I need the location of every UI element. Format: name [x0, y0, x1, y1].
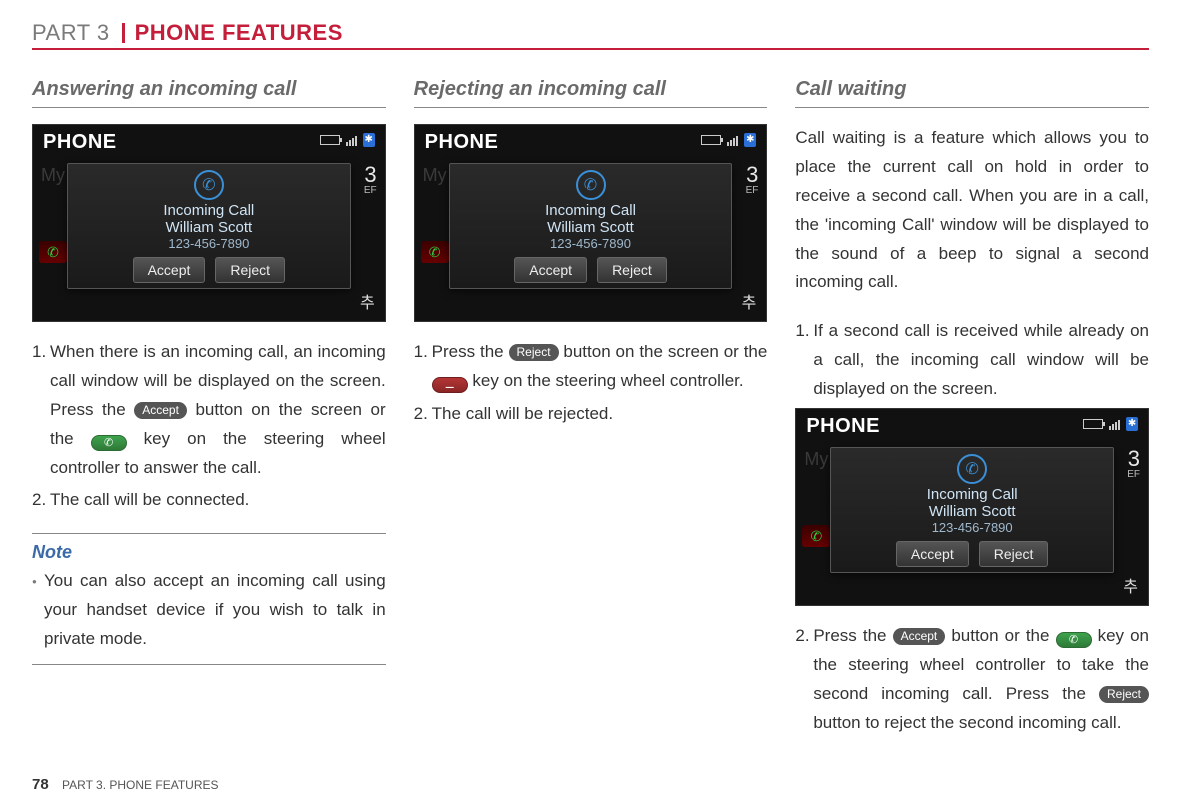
popup-caller-name: William Scott — [929, 503, 1016, 520]
page-header: PART 3 PHONE FEATURES — [32, 20, 1149, 50]
step-text: button or the — [945, 626, 1055, 645]
popup-title: Incoming Call — [163, 202, 254, 219]
incoming-call-icon: ✆ — [576, 170, 606, 200]
accept-button[interactable]: Accept — [514, 257, 587, 283]
battery-icon — [1083, 419, 1103, 429]
call-key-icon: ✆ — [802, 525, 830, 547]
reject-inline-button: Reject — [509, 344, 559, 361]
step-item: Press the Reject button on the screen or… — [432, 338, 768, 396]
step-text: Press the — [813, 626, 892, 645]
bg-korean: 추 — [360, 289, 375, 313]
step-item: The call will be rejected. — [432, 400, 768, 429]
incoming-call-popup: ✆ Incoming Call William Scott 123-456-78… — [830, 447, 1114, 573]
call-key-icon: ✆ — [91, 435, 127, 451]
part-label: PART 3 — [32, 20, 110, 46]
bluetooth-icon: ✱ — [744, 133, 756, 147]
column-call-waiting: Call waiting Call waiting is a feature w… — [795, 78, 1149, 742]
column-rejecting: Rejecting an incoming call PHONE ✱ My 3E… — [414, 78, 768, 742]
step-text: Press the — [432, 342, 509, 361]
reject-inline-button: Reject — [1099, 686, 1149, 703]
incoming-call-popup: ✆ Incoming Call William Scott 123-456-78… — [67, 163, 351, 289]
popup-phone-number: 123-456-7890 — [550, 236, 631, 251]
note-body: You can also accept an incoming call usi… — [32, 567, 386, 665]
call-key-icon: ✆ — [1056, 632, 1092, 648]
steps-list: When there is an incoming call, an incom… — [32, 338, 386, 515]
step-item: If a second call is received while alrea… — [813, 317, 1149, 404]
bg-korean: 추 — [1123, 573, 1138, 597]
call-key-icon: ✆ — [39, 241, 67, 263]
popup-button-row: Accept Reject — [514, 257, 667, 283]
page-number: 78 — [32, 776, 49, 793]
step-item: When there is an incoming call, an incom… — [50, 338, 386, 482]
reject-button[interactable]: Reject — [597, 257, 667, 283]
bg-my: My — [804, 449, 828, 483]
call-key-icon: ✆ — [421, 241, 449, 263]
battery-icon — [320, 135, 340, 145]
footer-text: PART 3. PHONE FEATURES — [62, 778, 218, 792]
phone-screenshot: PHONE ✱ My 3EF ✆ Delete 추 ✆ Incoming Cal… — [795, 408, 1149, 606]
popup-title: Incoming Call — [927, 486, 1018, 503]
content-columns: Answering an incoming call PHONE ✱ My 3E… — [32, 78, 1149, 742]
accept-inline-button: Accept — [134, 402, 187, 419]
popup-button-row: Accept Reject — [133, 257, 286, 283]
step-item: Press the Accept button or the ✆ key on … — [813, 622, 1149, 738]
step-item: The call will be connected. — [50, 486, 386, 515]
phone-screenshot: PHONE ✱ My 3EF ✆ Delete 추 ✆ Incoming Cal… — [414, 124, 768, 322]
steps-list: If a second call is received while alrea… — [795, 317, 1149, 404]
bluetooth-icon: ✱ — [363, 133, 375, 147]
incoming-call-icon: ✆ — [194, 170, 224, 200]
bluetooth-icon: ✱ — [1126, 417, 1138, 431]
popup-button-row: Accept Reject — [896, 541, 1049, 567]
battery-icon — [701, 135, 721, 145]
section-heading: Call waiting — [795, 78, 1149, 108]
popup-phone-number: 123-456-7890 — [932, 520, 1013, 535]
reject-button[interactable]: Reject — [979, 541, 1049, 567]
bg-keypad-3: 3EF — [1127, 449, 1140, 483]
section-heading: Answering an incoming call — [32, 78, 386, 108]
popup-phone-number: 123-456-7890 — [168, 236, 249, 251]
bg-my: My — [41, 165, 65, 199]
reject-button[interactable]: Reject — [215, 257, 285, 283]
signal-icon — [727, 134, 738, 146]
step-text: button on the screen or the — [559, 342, 768, 361]
bg-keypad-3: 3EF — [746, 165, 759, 199]
incoming-call-icon: ✆ — [957, 454, 987, 484]
bg-keypad-3: 3EF — [364, 165, 377, 199]
page-footer: 78 PART 3. PHONE FEATURES — [32, 776, 219, 793]
note-heading: Note — [32, 533, 386, 563]
step-text: button to reject the second incoming cal… — [813, 713, 1121, 732]
status-bar: ✱ — [320, 133, 375, 147]
column-answering: Answering an incoming call PHONE ✱ My 3E… — [32, 78, 386, 742]
accept-button[interactable]: Accept — [896, 541, 969, 567]
signal-icon — [346, 134, 357, 146]
end-call-key-icon: ⚊ — [432, 377, 468, 393]
steps-list: Press the Accept button or the ✆ key on … — [795, 622, 1149, 738]
accept-inline-button: Accept — [893, 628, 946, 645]
incoming-call-popup: ✆ Incoming Call William Scott 123-456-78… — [449, 163, 733, 289]
status-bar: ✱ — [701, 133, 756, 147]
popup-caller-name: William Scott — [547, 219, 634, 236]
popup-title: Incoming Call — [545, 202, 636, 219]
intro-paragraph: Call waiting is a feature which allows y… — [795, 124, 1149, 297]
phone-screenshot: PHONE ✱ My 3EF ✆ Delete 추 ✆ Incoming Cal… — [32, 124, 386, 322]
bg-my: My — [423, 165, 447, 199]
accept-button[interactable]: Accept — [133, 257, 206, 283]
section-heading: Rejecting an incoming call — [414, 78, 768, 108]
bg-korean: 추 — [742, 289, 757, 313]
header-divider — [122, 23, 125, 43]
page-title: PHONE FEATURES — [135, 20, 343, 46]
steps-list: Press the Reject button on the screen or… — [414, 338, 768, 429]
popup-caller-name: William Scott — [165, 219, 252, 236]
status-bar: ✱ — [1083, 417, 1138, 431]
step-text: key on the steering wheel controller. — [468, 371, 744, 390]
signal-icon — [1109, 418, 1120, 430]
